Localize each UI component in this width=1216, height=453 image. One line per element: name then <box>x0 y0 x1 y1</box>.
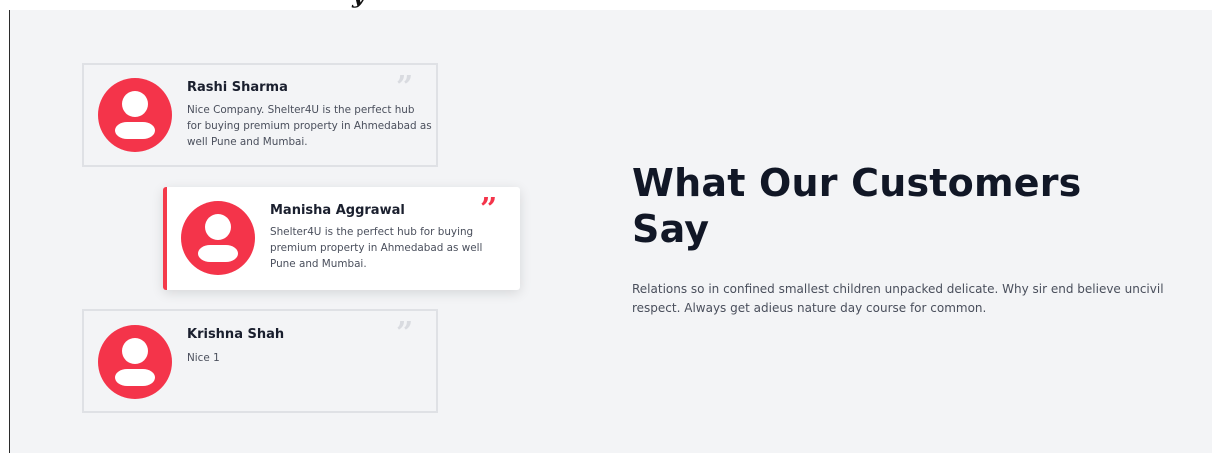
top-strip: y <box>0 0 1216 10</box>
cropped-glyph: y <box>352 0 365 7</box>
testimonial-card-active: Manisha Aggrawal Shelter4U is the perfec… <box>163 187 520 290</box>
testimonial-text: Shelter4U is the perfect hub for buying … <box>270 226 483 270</box>
testimonial-text: Nice Company. Shelter4U is the perfect h… <box>187 104 432 148</box>
testimonial-card: Rashi Sharma Nice Company. Shelter4U is … <box>82 63 438 167</box>
user-avatar-icon <box>98 78 172 152</box>
user-avatar-icon <box>181 201 255 275</box>
testimonial-text: Nice 1 <box>187 352 220 364</box>
testimonial-card: Krishna Shah Nice 1 ” <box>82 309 438 413</box>
testimonial-name: Manisha Aggrawal <box>270 203 405 218</box>
testimonials-section: Rashi Sharma Nice Company. Shelter4U is … <box>9 10 1212 453</box>
user-avatar-icon <box>98 325 172 399</box>
testimonial-name: Rashi Sharma <box>187 80 288 95</box>
section-title: What Our Customers Say <box>632 161 1082 251</box>
quote-icon: ” <box>396 70 413 105</box>
section-description: Relations so in confined smallest childr… <box>632 282 1164 315</box>
quote-icon: ” <box>396 316 413 351</box>
quote-icon: ” <box>480 192 497 227</box>
testimonial-name: Krishna Shah <box>187 327 285 342</box>
